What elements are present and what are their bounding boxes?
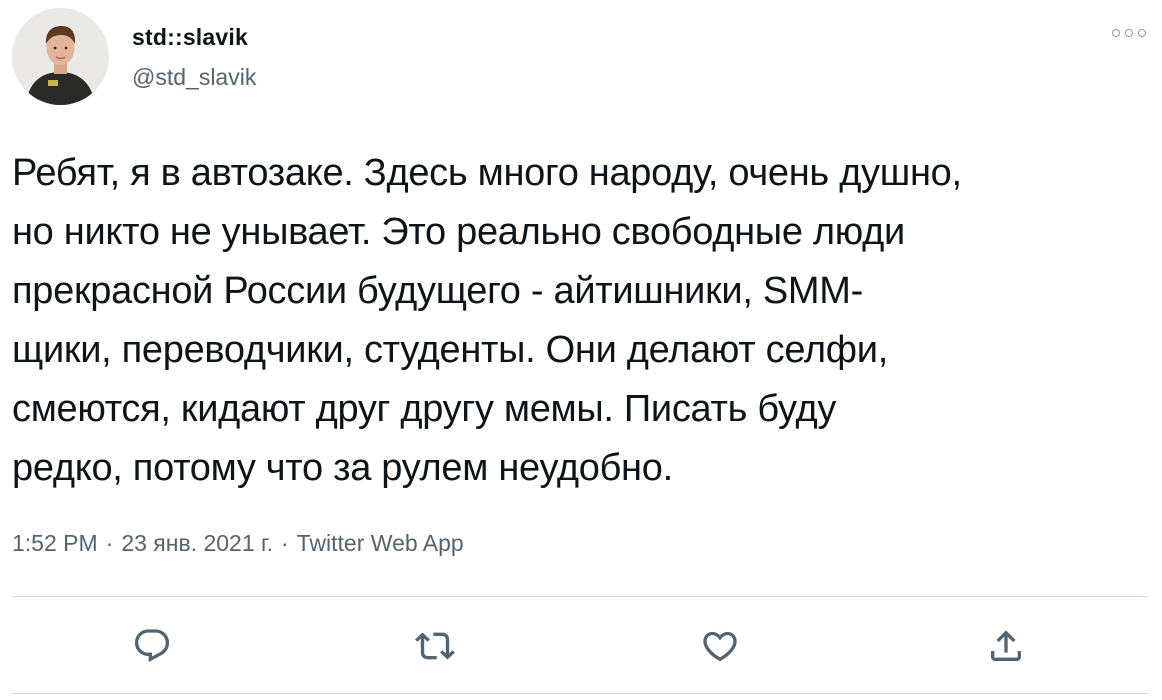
- meta-separator: ·: [105, 530, 114, 556]
- display-name[interactable]: std::slavik: [132, 24, 248, 51]
- tweet-text: Ребят, я в автозаке. Здесь много народу,…: [12, 144, 1142, 498]
- tweet-text-line: редко, потому что за рулем неудобно.: [12, 447, 673, 489]
- reply-icon: [134, 629, 170, 663]
- share-icon: [991, 630, 1021, 661]
- tweet-text-line: Ребят, я в автозаке. Здесь много народу,…: [12, 152, 962, 194]
- avatar[interactable]: [12, 8, 109, 105]
- user-handle[interactable]: @std_slavik: [132, 64, 256, 91]
- retweet-button[interactable]: [413, 624, 457, 668]
- more-horizontal-icon[interactable]: [1112, 26, 1146, 40]
- more-dot: [1112, 29, 1120, 37]
- like-button[interactable]: [698, 624, 742, 668]
- tweet-text-line: прекрасной России будущего - айтишники, …: [12, 270, 863, 312]
- divider: [12, 596, 1148, 597]
- heart-icon: [703, 631, 737, 662]
- divider: [12, 693, 1148, 694]
- tweet-card: std::slavik @std_slavik Ребят, я в автоз…: [0, 0, 1162, 700]
- tweet-text-line: щики, переводчики, студенты. Они делают …: [12, 329, 888, 371]
- tweet-time[interactable]: 1:52 PM: [12, 530, 98, 556]
- share-button[interactable]: [984, 624, 1028, 668]
- more-dot: [1125, 29, 1133, 37]
- tweet-meta: 1:52 PM · 23 янв. 2021 г. · Twitter Web App: [12, 530, 464, 557]
- tweet-text-line: смеются, кидают друг другу мемы. Писать …: [12, 388, 837, 430]
- retweet-icon: [415, 632, 455, 660]
- meta-separator: ·: [280, 530, 289, 556]
- more-dot: [1138, 29, 1146, 37]
- tweet-date[interactable]: 23 янв. 2021 г.: [121, 530, 273, 556]
- tweet-source[interactable]: Twitter Web App: [297, 530, 464, 556]
- tweet-text-line: но никто не унывает. Это реально свободн…: [12, 211, 905, 253]
- reply-button[interactable]: [130, 624, 174, 668]
